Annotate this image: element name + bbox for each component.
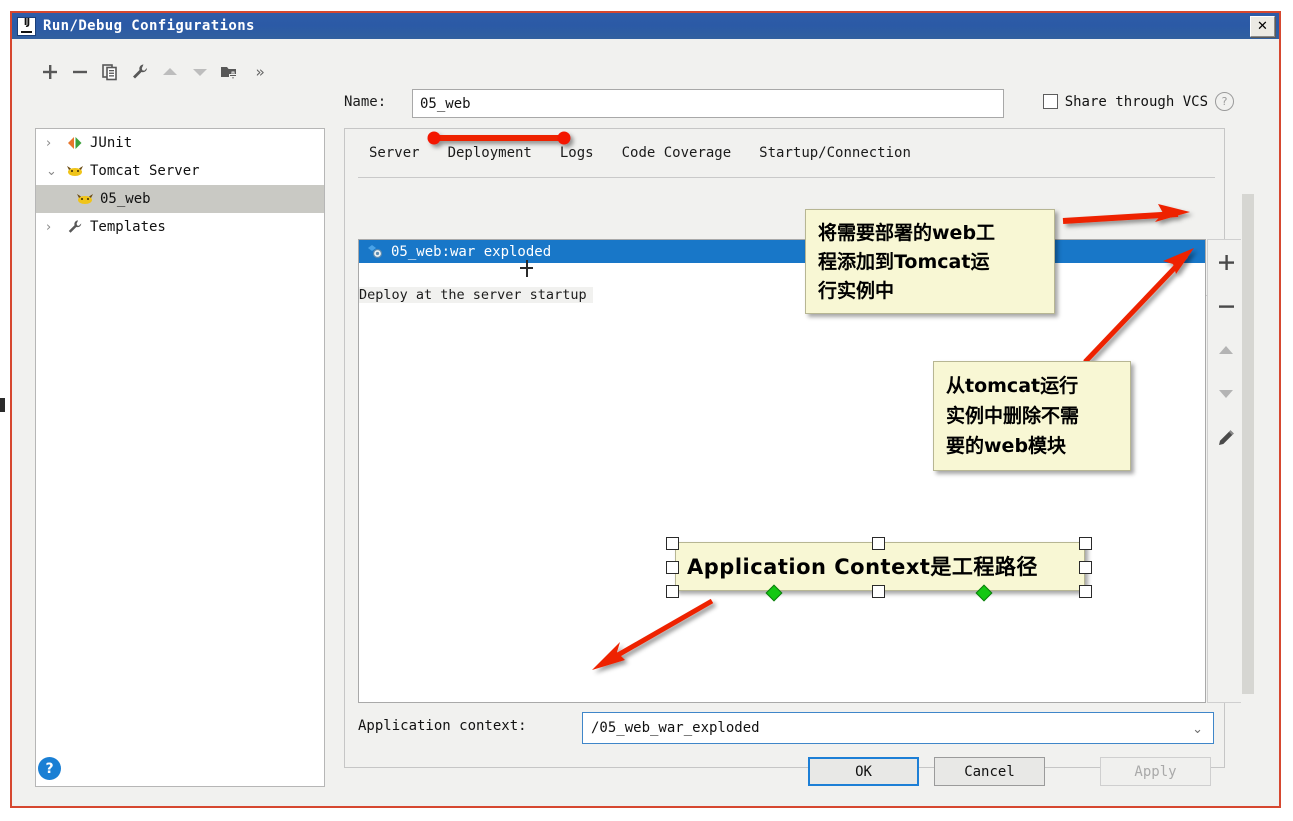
selection-handle-top-right[interactable]	[1079, 537, 1092, 550]
text-cursor-icon	[520, 260, 533, 277]
callout-line: 从tomcat运行	[946, 375, 1079, 397]
tab-logs[interactable]: Logs	[546, 142, 608, 164]
application-context-label: Application context:	[358, 718, 527, 734]
help-button[interactable]: ?	[38, 757, 61, 780]
name-row: Name: 05_web Share through VCS ?	[344, 89, 1257, 119]
tree-item-label: 05_web	[100, 191, 151, 207]
ok-button[interactable]: OK	[808, 757, 919, 786]
application-context-row: Application context: /05_web_war_explode…	[358, 712, 1215, 744]
panel-scrollbar[interactable]	[1241, 174, 1255, 726]
tree-item-templates[interactable]: › Templates	[36, 213, 324, 241]
artifact-icon	[367, 244, 384, 259]
callout-line: 实例中删除不需	[946, 405, 1080, 427]
callout-line: 要的web模块	[946, 435, 1067, 457]
name-input[interactable]: 05_web	[412, 89, 1004, 118]
tab-code-coverage[interactable]: Code Coverage	[608, 142, 746, 164]
deployment-list-row[interactable]: 05_web:war exploded	[359, 240, 1205, 263]
share-through-vcs-label: Share through VCS	[1064, 93, 1208, 110]
tree-item-label: Templates	[90, 219, 166, 235]
tree-item-junit[interactable]: › JUnit	[36, 129, 324, 157]
tree-item-tomcat-server[interactable]: ⌄ Tomcat Server	[36, 157, 324, 185]
more-options-button[interactable]: »	[245, 59, 275, 85]
callout-add-web-module: 将需要部署的web工 程添加到Tomcat运 行实例中	[805, 209, 1055, 314]
move-up-button[interactable]	[155, 59, 185, 85]
vcs-help-icon[interactable]: ?	[1215, 92, 1234, 111]
tab-deployment[interactable]: Deployment	[434, 142, 546, 164]
move-deployment-up-button[interactable]	[1208, 328, 1244, 372]
close-icon[interactable]: ✕	[1250, 16, 1275, 37]
chevron-down-icon[interactable]: ⌄	[46, 164, 66, 179]
deploy-section-label: Deploy at the server startup	[359, 287, 593, 303]
callout-line: 程添加到Tomcat运	[818, 251, 990, 273]
window-edge-marker	[0, 398, 5, 412]
application-context-input[interactable]: /05_web_war_exploded ⌄	[582, 712, 1214, 744]
application-context-value: /05_web_war_exploded	[591, 720, 760, 736]
move-deployment-down-button[interactable]	[1208, 372, 1244, 416]
callout-line: 行实例中	[818, 280, 895, 302]
tomcat-icon	[76, 191, 96, 207]
copy-configuration-button[interactable]	[95, 59, 125, 85]
chevron-down-icon[interactable]: ⌄	[1192, 722, 1203, 737]
name-label: Name:	[344, 94, 387, 110]
callout-remove-web-module: 从tomcat运行 实例中删除不需 要的web模块	[933, 361, 1131, 471]
remove-configuration-button[interactable]	[65, 59, 95, 85]
tab-divider	[358, 177, 1215, 178]
wrench-icon[interactable]	[125, 59, 155, 85]
share-through-vcs-checkbox[interactable]	[1042, 94, 1058, 109]
callout-line: 将需要部署的web工	[818, 222, 996, 244]
new-folder-button[interactable]	[215, 59, 245, 85]
title-bar: Run/Debug Configurations ✕	[12, 13, 1279, 39]
cancel-button[interactable]: Cancel	[934, 757, 1045, 786]
selection-handle-top-center[interactable]	[872, 537, 885, 550]
edit-deployment-pencil-icon[interactable]	[1208, 416, 1244, 460]
window-title: Run/Debug Configurations	[43, 18, 255, 34]
share-through-vcs-group: Share through VCS ?	[1042, 92, 1234, 111]
scrollbar-thumb[interactable]	[1242, 194, 1254, 694]
tree-item-05-web[interactable]: 05_web	[36, 185, 324, 213]
tab-bar: Server Deployment Logs Code Coverage Sta…	[355, 142, 925, 164]
chevron-right-icon[interactable]: ›	[46, 220, 66, 235]
apply-button: Apply	[1100, 757, 1211, 786]
remove-deployment-button[interactable]	[1208, 284, 1244, 328]
deployment-side-toolbar	[1207, 239, 1245, 703]
deployment-list[interactable]: 05_web:war exploded	[358, 239, 1206, 703]
selection-handle-top-left[interactable]	[666, 537, 679, 550]
tree-item-label: JUnit	[90, 135, 133, 151]
add-configuration-button[interactable]	[35, 59, 65, 85]
tab-startup-connection[interactable]: Startup/Connection	[745, 142, 925, 164]
selection-handle-middle-left[interactable]	[666, 561, 679, 574]
tomcat-icon	[66, 163, 86, 179]
tree-item-label: Tomcat Server	[90, 163, 200, 179]
selection-handle-bottom-left[interactable]	[666, 585, 679, 598]
intellij-logo-icon	[17, 16, 36, 36]
chevron-right-icon[interactable]: ›	[46, 136, 66, 151]
junit-icon	[66, 135, 86, 151]
screenshot-root: Run/Debug Configurations ✕	[0, 0, 1293, 821]
tab-server[interactable]: Server	[355, 142, 434, 164]
add-deployment-button[interactable]	[1208, 240, 1244, 284]
configurations-tree[interactable]: › JUnit ⌄ Tomcat Server 05_web › Templat…	[35, 128, 325, 787]
configurations-toolbar: »	[35, 57, 325, 87]
selection-handle-bottom-center[interactable]	[872, 585, 885, 598]
wrench-icon	[66, 219, 86, 235]
move-down-button[interactable]	[185, 59, 215, 85]
deployment-artifact-label: 05_web:war exploded	[391, 243, 552, 260]
selection-handle-bottom-right[interactable]	[1079, 585, 1092, 598]
selection-handle-middle-right[interactable]	[1079, 561, 1092, 574]
